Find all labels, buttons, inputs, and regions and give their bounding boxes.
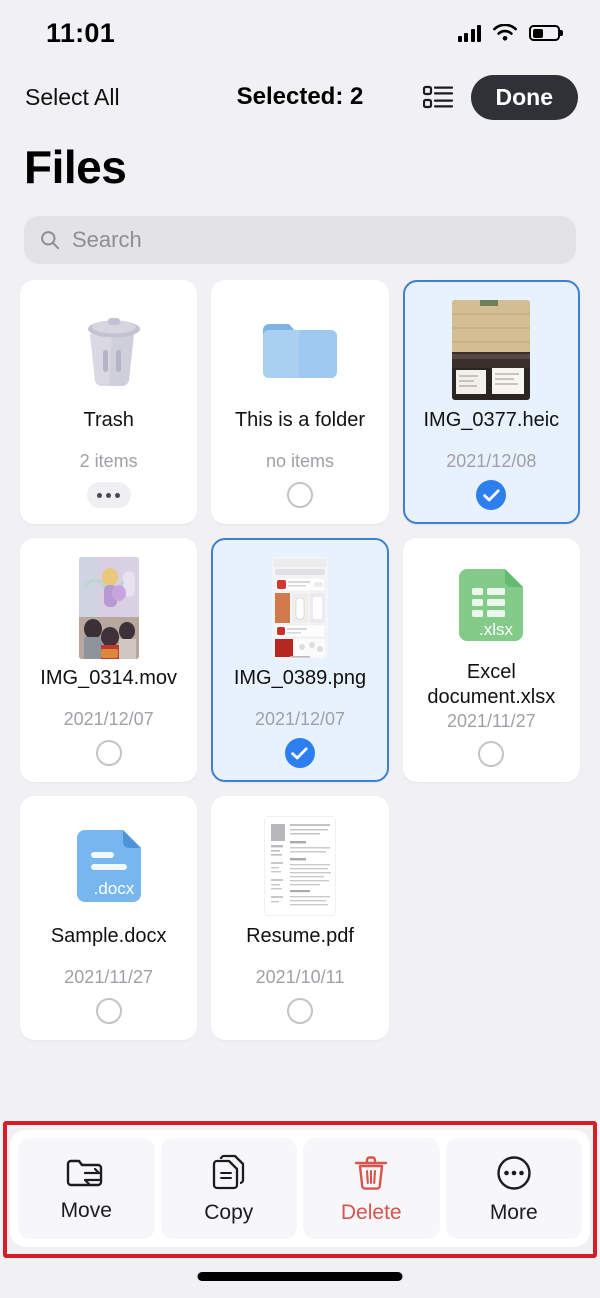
file-subtitle: 2 items bbox=[80, 451, 138, 472]
move-button[interactable]: Move bbox=[18, 1138, 155, 1239]
file-name: Sample.docx bbox=[51, 924, 167, 950]
list-view-icon[interactable] bbox=[423, 84, 453, 110]
file-subtitle: no items bbox=[266, 451, 334, 472]
file-type-label: .docx bbox=[93, 879, 134, 898]
more-options-button[interactable] bbox=[87, 482, 131, 508]
file-card-pdf[interactable]: Resume.pdf 2021/10/11 bbox=[211, 796, 388, 1040]
selection-checkbox[interactable] bbox=[478, 741, 504, 767]
video-thumbnail bbox=[79, 557, 139, 659]
selection-checkbox-checked[interactable] bbox=[476, 480, 506, 510]
file-type-label: .xlsx bbox=[479, 620, 514, 639]
more-button[interactable]: More bbox=[446, 1138, 583, 1239]
search-bar[interactable] bbox=[24, 216, 576, 264]
copy-pages-icon bbox=[210, 1154, 248, 1192]
trash-bin-icon bbox=[353, 1154, 389, 1192]
file-subtitle: 2021/12/08 bbox=[446, 451, 536, 472]
button-label: Delete bbox=[341, 1201, 402, 1225]
thumbnail bbox=[79, 556, 139, 660]
done-button[interactable]: Done bbox=[471, 75, 579, 120]
button-label: Copy bbox=[204, 1201, 253, 1225]
file-name: This is a folder bbox=[235, 408, 365, 434]
pdf-document-thumbnail bbox=[264, 816, 336, 916]
file-subtitle: 2021/11/27 bbox=[64, 967, 153, 988]
selection-checkbox[interactable] bbox=[96, 998, 122, 1024]
file-name: Trash bbox=[83, 408, 133, 434]
navigation-bar: Select All Selected: 2 Done bbox=[0, 66, 600, 128]
thumbnail: .docx bbox=[71, 814, 147, 918]
docx-file-icon: .docx bbox=[71, 824, 147, 908]
selection-checkbox[interactable] bbox=[96, 740, 122, 766]
thumbnail bbox=[257, 298, 343, 402]
file-name: IMG_0314.mov bbox=[40, 666, 177, 692]
select-all-button[interactable]: Select All bbox=[25, 84, 120, 111]
thumbnail bbox=[272, 556, 328, 660]
search-input[interactable] bbox=[72, 227, 560, 253]
search-container bbox=[0, 194, 600, 264]
folder-icon bbox=[257, 314, 343, 386]
selection-checkbox[interactable] bbox=[287, 482, 313, 508]
button-label: Move bbox=[61, 1199, 112, 1223]
status-time: 11:01 bbox=[46, 18, 115, 49]
screenshot-thumbnail bbox=[272, 557, 328, 659]
checkmark-icon bbox=[483, 489, 500, 502]
file-subtitle: 2021/12/07 bbox=[64, 709, 154, 730]
file-card-img-0314[interactable]: IMG_0314.mov 2021/12/07 bbox=[20, 538, 197, 782]
file-subtitle: 2021/11/27 bbox=[447, 711, 536, 732]
file-subtitle: 2021/10/11 bbox=[256, 967, 345, 988]
move-folder-icon bbox=[65, 1156, 107, 1190]
selection-checkbox-checked[interactable] bbox=[285, 738, 315, 768]
thumbnail bbox=[452, 298, 530, 402]
battery-icon bbox=[529, 25, 560, 41]
search-icon bbox=[40, 230, 60, 250]
delete-button[interactable]: Delete bbox=[303, 1138, 440, 1239]
file-card-img-0389[interactable]: IMG_0389.png 2021/12/07 bbox=[211, 538, 388, 782]
wifi-icon bbox=[492, 24, 518, 43]
copy-button[interactable]: Copy bbox=[161, 1138, 298, 1239]
file-subtitle: 2021/12/07 bbox=[255, 709, 345, 730]
xlsx-file-icon: .xlsx bbox=[453, 563, 529, 647]
file-card-trash[interactable]: Trash 2 items bbox=[20, 280, 197, 524]
selection-checkbox[interactable] bbox=[287, 998, 313, 1024]
thumbnail bbox=[72, 298, 146, 402]
thumbnail: .xlsx bbox=[453, 556, 529, 654]
button-label: More bbox=[490, 1201, 538, 1225]
thumbnail bbox=[264, 814, 336, 918]
more-circle-icon bbox=[495, 1154, 533, 1192]
checkmark-icon bbox=[291, 747, 308, 760]
home-indicator[interactable] bbox=[198, 1272, 403, 1281]
photo-thumbnail bbox=[452, 300, 530, 400]
file-name: IMG_0377.heic bbox=[424, 408, 560, 434]
file-card-docx[interactable]: .docx Sample.docx 2021/11/27 bbox=[20, 796, 197, 1040]
cellular-signal-icon bbox=[458, 25, 482, 42]
file-name: IMG_0389.png bbox=[234, 666, 366, 692]
trash-can-icon bbox=[72, 310, 146, 390]
file-name: Excel document.xlsx bbox=[413, 660, 570, 711]
status-indicators bbox=[458, 24, 561, 43]
file-grid: Trash 2 items This is a folder no items bbox=[0, 264, 600, 1040]
action-toolbar: Move Copy Delete More bbox=[10, 1130, 590, 1247]
status-bar: 11:01 bbox=[0, 0, 600, 66]
file-name: Resume.pdf bbox=[246, 924, 354, 950]
file-card-folder[interactable]: This is a folder no items bbox=[211, 280, 388, 524]
file-card-excel[interactable]: .xlsx Excel document.xlsx 2021/11/27 bbox=[403, 538, 580, 782]
file-card-img-0377[interactable]: IMG_0377.heic 2021/12/08 bbox=[403, 280, 580, 524]
page-title: Files bbox=[0, 128, 600, 194]
